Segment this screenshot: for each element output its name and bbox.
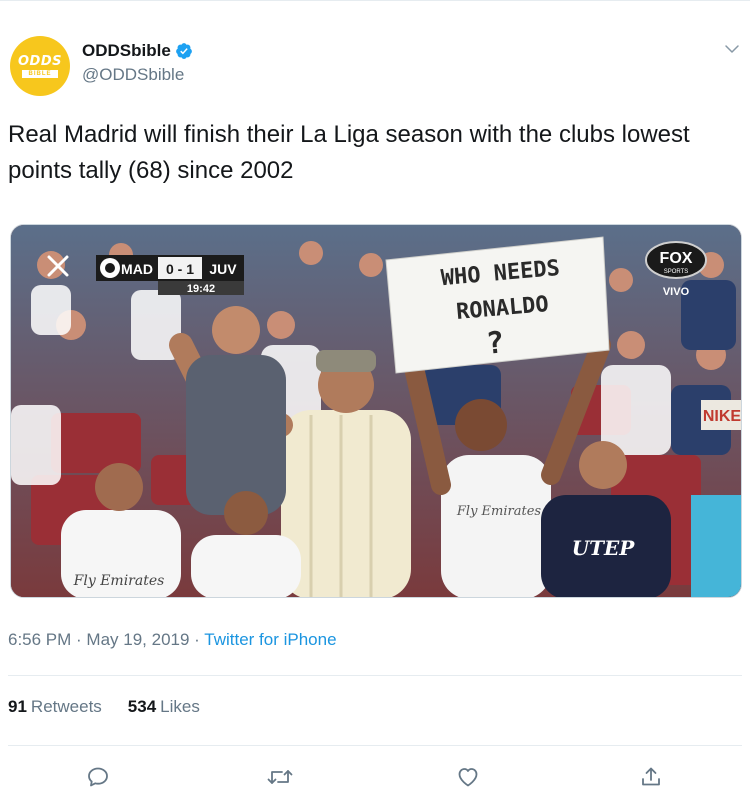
likes-label: Likes	[160, 697, 200, 716]
tweet-source[interactable]: Twitter for iPhone	[204, 630, 336, 649]
reply-button[interactable]	[83, 762, 113, 792]
score-home: MAD	[121, 261, 153, 277]
shirt-utep: UTEP	[572, 536, 636, 560]
tweet-header: ODDS BIBLE ODDSbible @ODDSbible	[10, 30, 745, 100]
reply-icon	[88, 767, 108, 787]
sign-line-3: ?	[485, 325, 506, 361]
divider	[8, 745, 742, 746]
author-names: ODDSbible @ODDSbible	[82, 40, 193, 85]
share-button[interactable]	[636, 762, 666, 792]
tweet-actions	[0, 762, 750, 792]
avatar-logo-text: ODDS	[18, 53, 62, 69]
match-clock: 19:42	[187, 283, 215, 295]
retweet-icon	[267, 770, 293, 784]
tweet-meta: 6:56 PM · May 19, 2019 · Twitter for iPh…	[8, 630, 337, 650]
media-image: Fly Emirates Fly Emirates UTEP NIKE WHO …	[11, 225, 742, 597]
tweet-media[interactable]: Fly Emirates Fly Emirates UTEP NIKE WHO …	[10, 224, 742, 598]
like-button[interactable]	[453, 762, 483, 792]
retweets-count: 91	[8, 697, 27, 716]
top-divider	[0, 0, 750, 5]
tweet-stats: 91 Retweets 534 Likes	[8, 697, 226, 717]
avatar[interactable]: ODDS BIBLE	[10, 36, 70, 96]
verified-badge-icon	[175, 43, 192, 59]
meta-separator: ·	[71, 630, 87, 649]
tweet-date[interactable]: May 19, 2019	[86, 630, 189, 649]
retweet-button[interactable]	[265, 762, 295, 792]
live-label: VIVO	[663, 286, 690, 298]
chevron-down-icon[interactable]	[723, 40, 741, 58]
banner-nike: NIKE	[703, 408, 742, 425]
tweet-time[interactable]: 6:56 PM	[8, 630, 71, 649]
avatar-logo-subtext: BIBLE	[22, 69, 58, 78]
fan-sign: WHO NEEDS RONALDO ?	[385, 236, 610, 374]
score-value: 0 - 1	[166, 261, 194, 277]
score-away: JUV	[209, 261, 237, 277]
likes-stat[interactable]: 534 Likes	[128, 697, 200, 717]
broadcaster-name: FOX	[660, 250, 693, 267]
like-icon	[458, 768, 478, 787]
meta-separator: ·	[189, 630, 205, 649]
divider	[8, 675, 742, 676]
shirt-text-left: Fly Emirates	[73, 573, 165, 589]
retweets-stat[interactable]: 91 Retweets	[8, 697, 102, 717]
broadcaster-sub: SPORTS	[664, 269, 689, 275]
likes-count: 534	[127, 697, 157, 716]
retweets-label: Retweets	[30, 697, 102, 716]
tweet-text: Real Madrid will finish their La Liga se…	[8, 121, 690, 184]
shirt-text: Fly Emirates	[456, 504, 542, 519]
display-name[interactable]: ODDSbible	[82, 41, 171, 61]
author-handle[interactable]: @ODDSbible	[82, 65, 193, 85]
share-icon	[642, 767, 660, 786]
